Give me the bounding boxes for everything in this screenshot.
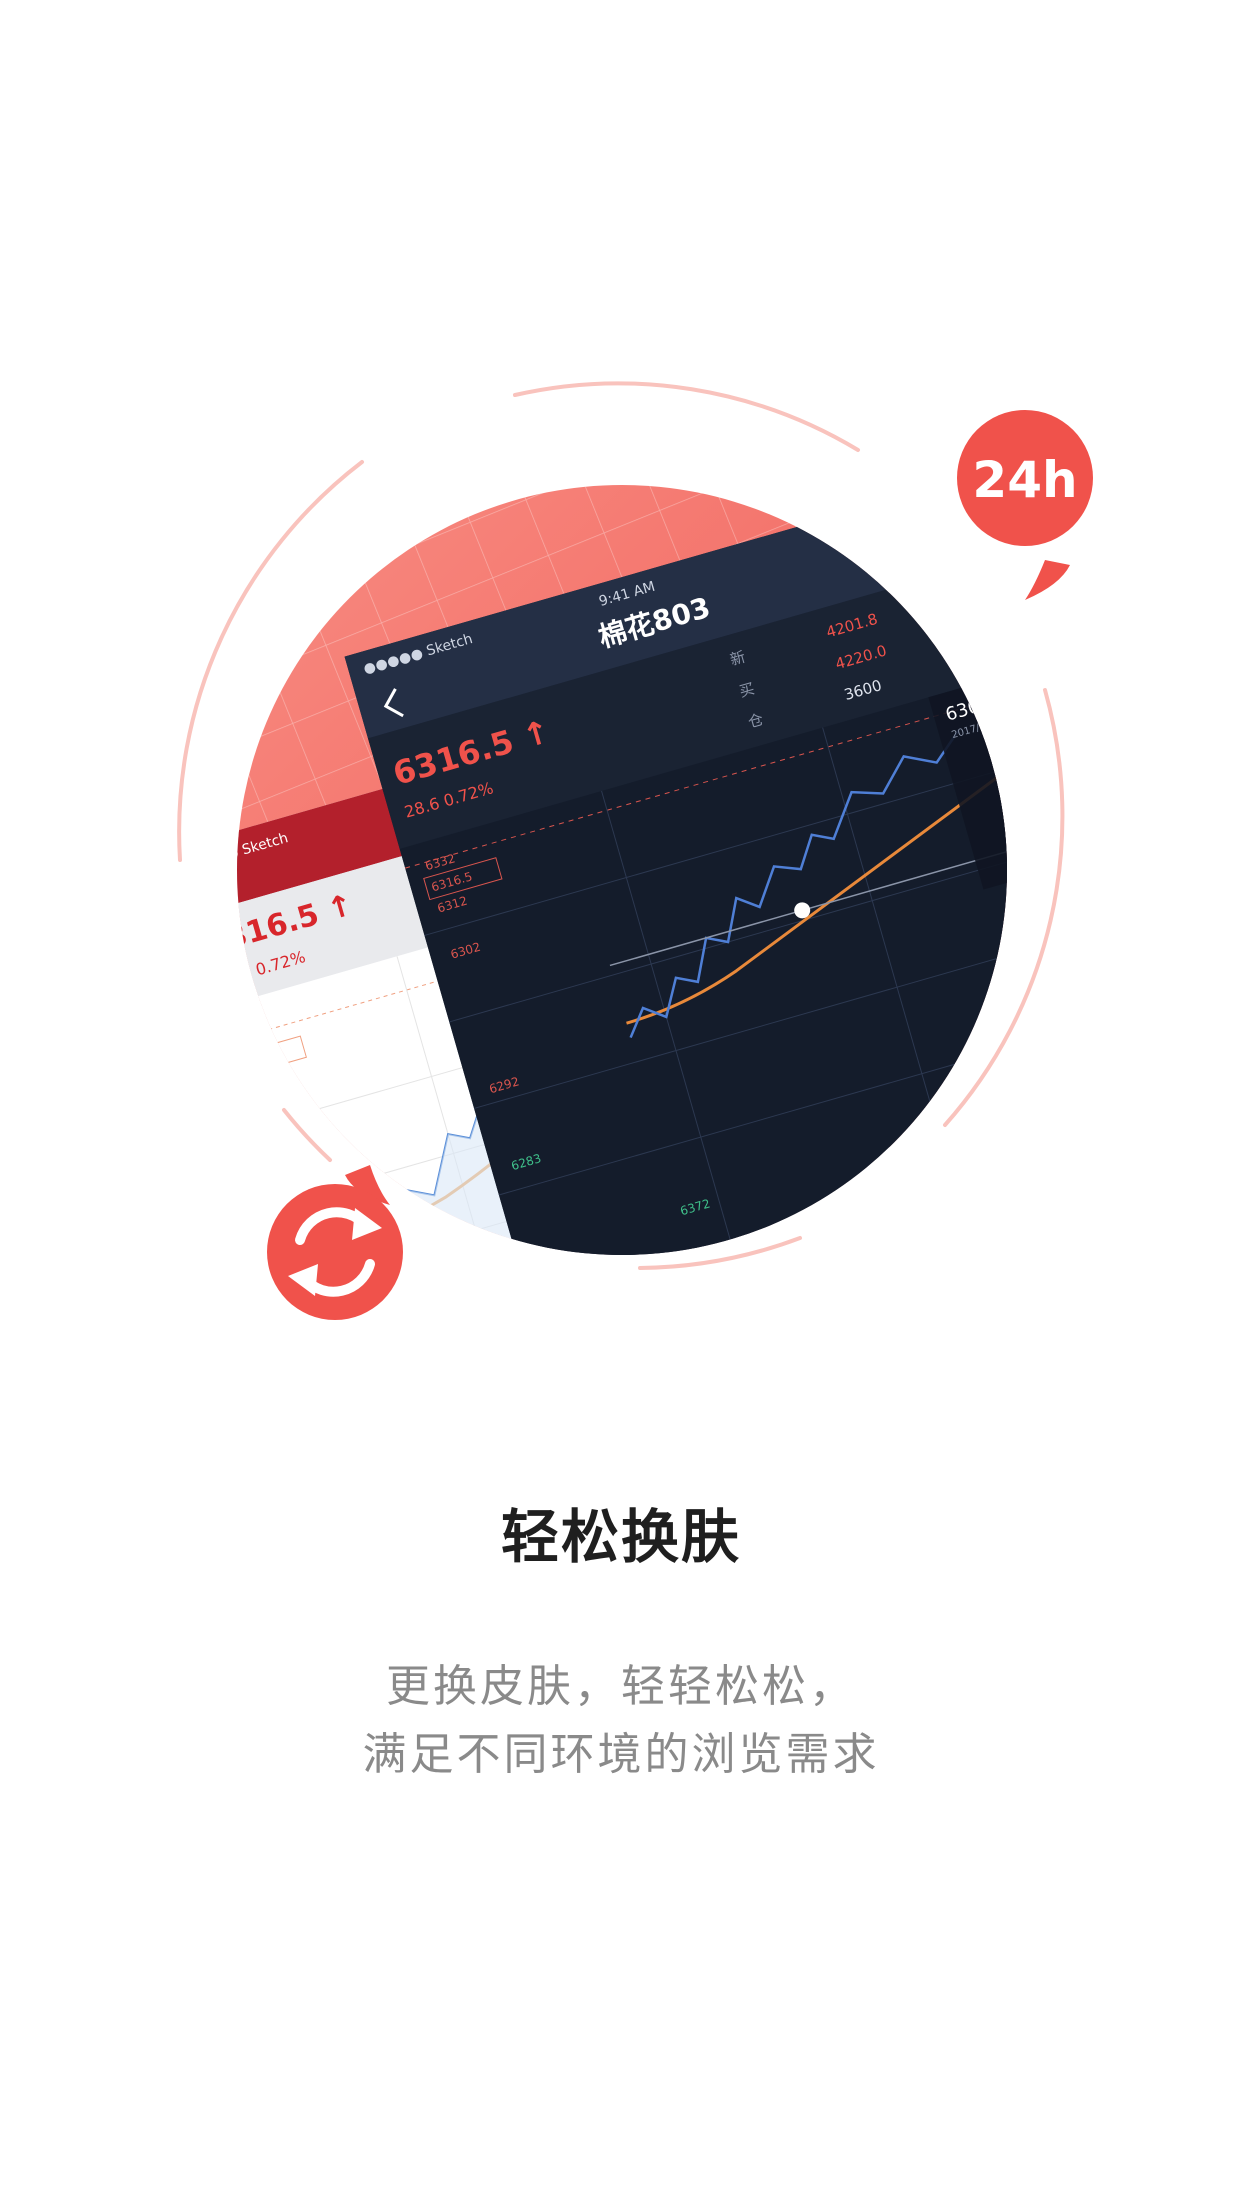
feature-description-line-1: 更换皮肤，轻轻松松， xyxy=(386,1661,856,1712)
axis-label: 6312 xyxy=(246,1073,279,1095)
feature-description-line-2: 满足不同环境的浏览需求 xyxy=(362,1729,880,1780)
quote-side-value: 437 xyxy=(1034,624,1066,649)
24h-label: 24h xyxy=(972,451,1077,509)
24h-badge: 24h xyxy=(957,410,1093,600)
quote-side-value: 3 xyxy=(1016,566,1030,586)
illustration-graphic: ●●●●● Sketch 棉花 6316.5 ↑ 28.6 0.72% 6332… xyxy=(177,381,1093,1320)
feature-title: 轻松换肤 xyxy=(500,1503,741,1571)
axis-label: 6332 xyxy=(233,1030,266,1052)
axis-label: 6316.5 xyxy=(239,1048,283,1073)
quote-side-value: 16 xyxy=(1026,596,1049,619)
refresh-badge xyxy=(267,1165,403,1320)
skin-illustration: ●●●●● Sketch 棉花 6316.5 ↑ 28.6 0.72% 6332… xyxy=(0,0,1242,1400)
axis-label: 6302 xyxy=(261,1126,294,1148)
